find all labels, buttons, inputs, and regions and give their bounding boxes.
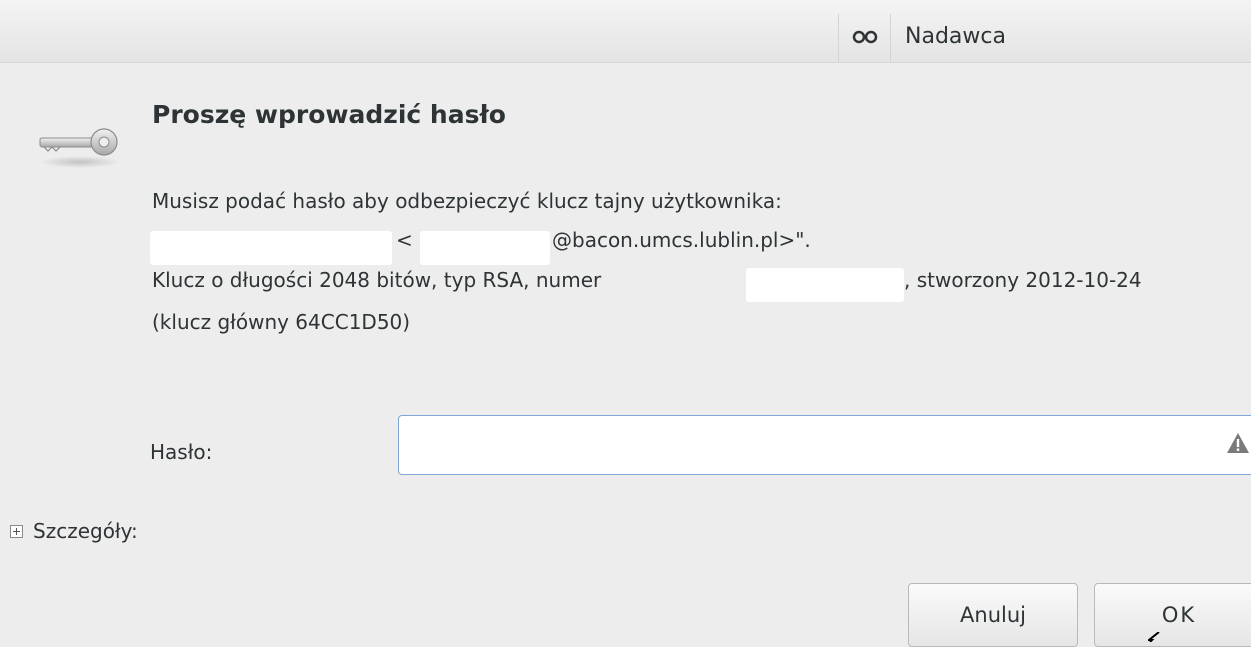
mouse-cursor-icon bbox=[1148, 632, 1160, 642]
message-line-1: Musisz podać hasło aby odbezpieczyć kluc… bbox=[152, 189, 782, 213]
redacted-key-id bbox=[746, 268, 904, 302]
glasses-icon bbox=[852, 30, 878, 44]
message-line-2-open: < bbox=[396, 228, 413, 252]
ok-button[interactable]: OK bbox=[1094, 583, 1251, 647]
password-input[interactable] bbox=[398, 415, 1251, 475]
message-line-3-end: , stworzony 2012-10-24 bbox=[904, 268, 1142, 292]
redacted-user-name bbox=[150, 231, 392, 265]
details-expander[interactable]: Szczegóły: bbox=[10, 516, 138, 546]
dialog-title: Proszę wprowadzić hasło bbox=[152, 100, 506, 129]
message-line-4: (klucz główny 64CC1D50) bbox=[152, 310, 411, 334]
redacted-email-user bbox=[420, 231, 550, 265]
message-line-3-start: Klucz o długości 2048 bitów, typ RSA, nu… bbox=[152, 268, 602, 292]
sender-column-label[interactable]: Nadawca bbox=[905, 24, 1006, 49]
toolbar-separator bbox=[890, 14, 891, 62]
toolbar-separator bbox=[838, 14, 839, 62]
key-icon bbox=[39, 128, 120, 168]
top-bar: Nadawca bbox=[0, 0, 1251, 63]
password-label: Hasło: bbox=[150, 440, 213, 464]
expander-plus-icon[interactable] bbox=[10, 524, 23, 538]
message-line-2-email: @bacon.umcs.lublin.pl>". bbox=[552, 228, 811, 252]
details-label[interactable]: Szczegóły: bbox=[33, 519, 138, 543]
warning-icon bbox=[1227, 433, 1249, 453]
cancel-button[interactable]: Anuluj bbox=[908, 583, 1078, 647]
